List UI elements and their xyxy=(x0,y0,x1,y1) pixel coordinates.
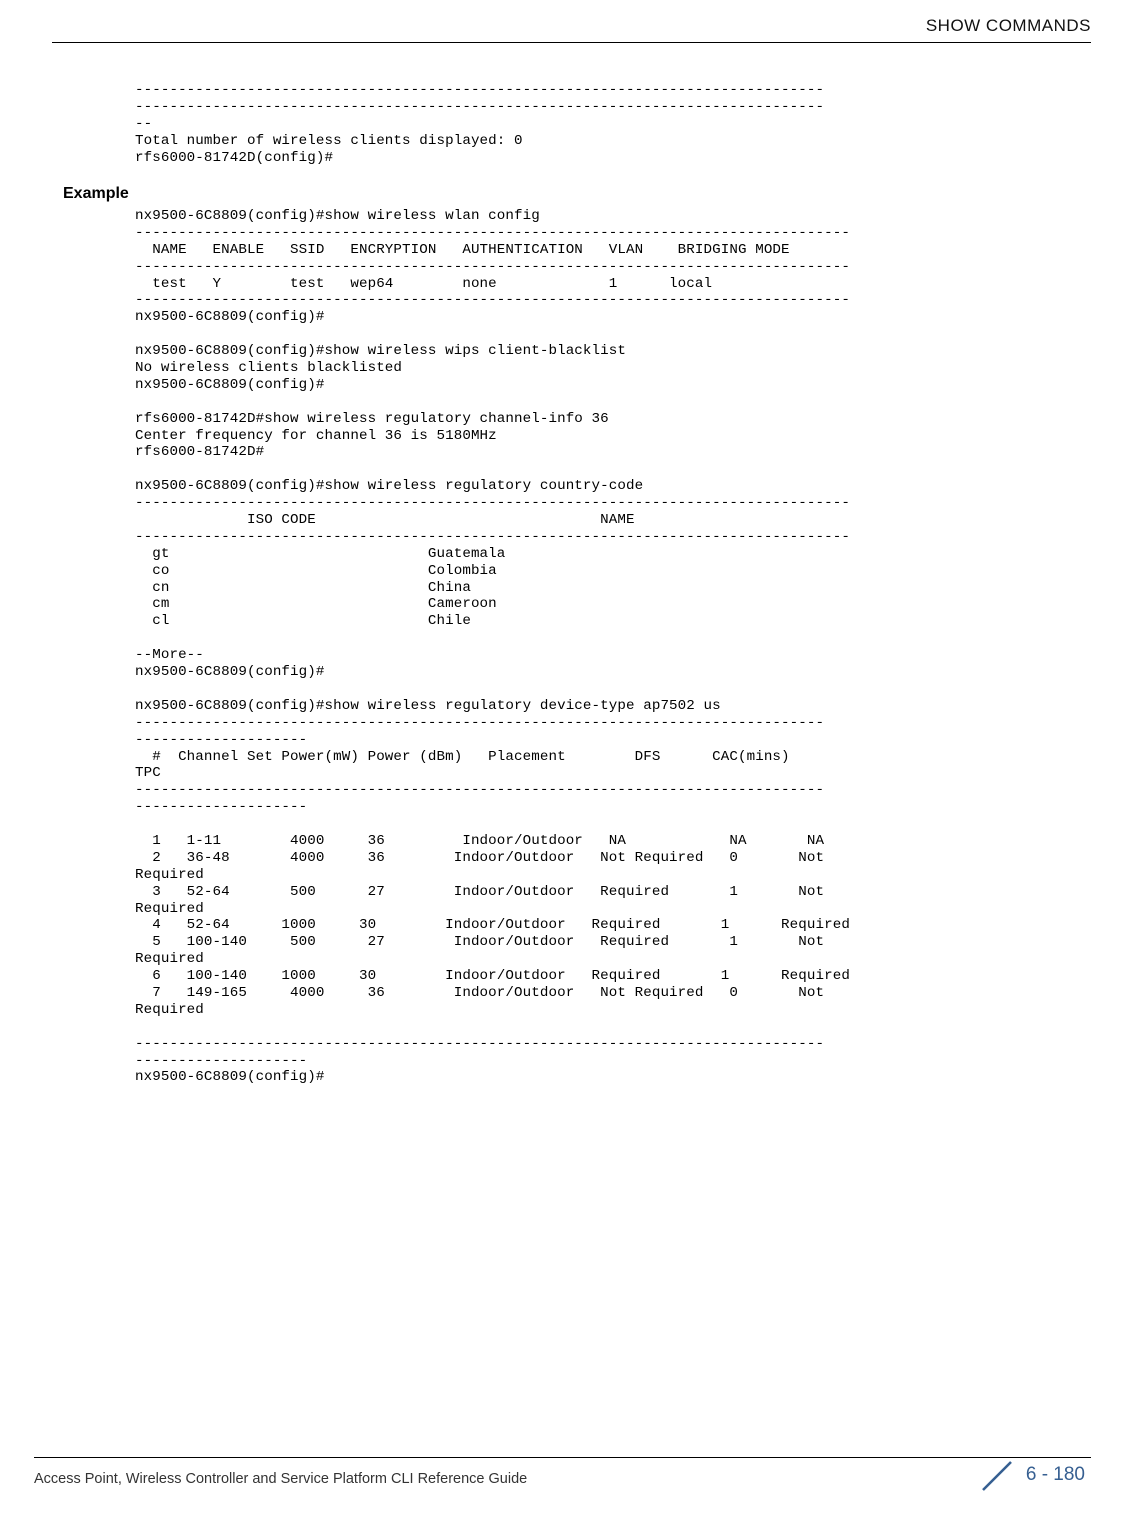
page-content: ----------------------------------------… xyxy=(60,82,1091,166)
page-header: SHOW COMMANDS xyxy=(926,16,1091,36)
code-block-1: ----------------------------------------… xyxy=(135,82,1091,166)
code-block-2: nx9500-6C8809(config)#show wireless wlan… xyxy=(135,208,1125,1086)
slash-icon xyxy=(980,1457,1016,1493)
example-heading: Example xyxy=(63,185,129,203)
footer-divider xyxy=(34,1457,1091,1458)
header-divider xyxy=(52,42,1091,43)
page-number: 6 - 180 xyxy=(1026,1464,1085,1486)
page-number-wrap: 6 - 180 xyxy=(980,1457,1085,1493)
header-title: SHOW COMMANDS xyxy=(926,16,1091,35)
code-wrap: nx9500-6C8809(config)#show wireless wlan… xyxy=(60,208,1125,1086)
footer-text: Access Point, Wireless Controller and Se… xyxy=(34,1471,527,1487)
page-footer: Access Point, Wireless Controller and Se… xyxy=(34,1457,1091,1488)
